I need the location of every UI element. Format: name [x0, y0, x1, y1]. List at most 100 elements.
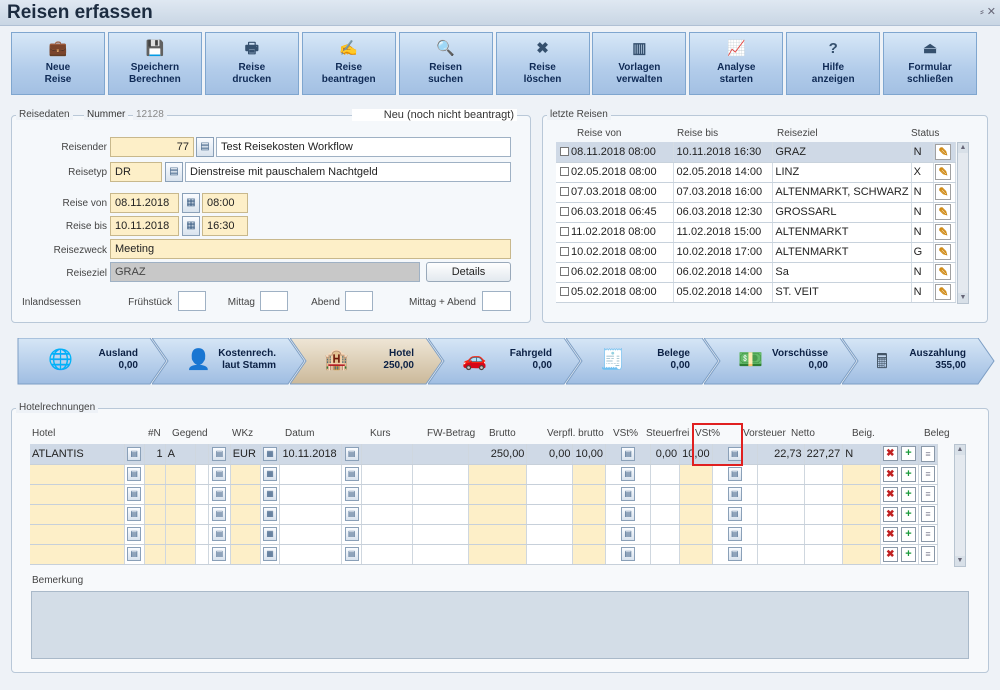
kurs-lookup-cell[interactable]: ▤: [341, 524, 363, 545]
verpfl-brutto-cell[interactable]: [526, 544, 574, 565]
step-hotel[interactable]: 🏨 Hotel 250,00: [290, 338, 444, 385]
lookup-icon[interactable]: ▤: [621, 527, 636, 541]
datum-calendar-cell[interactable]: ▦: [260, 544, 281, 565]
kurs-cell[interactable]: [361, 524, 413, 545]
gegend-cell[interactable]: A: [165, 444, 196, 465]
hotel-cell[interactable]: [30, 544, 125, 565]
datum-calendar-cell[interactable]: ▦: [260, 524, 281, 545]
datum-calendar-cell[interactable]: ▦: [260, 464, 281, 485]
wkz-lookup-cell[interactable]: ▤: [208, 504, 231, 525]
gegend-cell[interactable]: [165, 544, 196, 565]
netto-cell[interactable]: [804, 464, 844, 485]
datum-cell[interactable]: [279, 484, 343, 505]
document-icon[interactable]: ≡: [921, 445, 935, 462]
reise-von-date-field[interactable]: 08.11.2018: [110, 193, 179, 213]
letzte-reisen-row[interactable]: 08.11.2018 08:00 10.11.2018 16:30 GRAZ N ✎: [556, 142, 956, 163]
delete-row-icon[interactable]: ✖: [882, 466, 898, 482]
vst1-cell[interactable]: [572, 484, 606, 505]
step-vorschüsse[interactable]: 💵 Vorschüsse 0,00: [704, 338, 858, 385]
hotel-lookup-cell[interactable]: ▤: [124, 544, 145, 565]
verpfl-brutto-cell[interactable]: [526, 464, 574, 485]
vorsteuer-cell[interactable]: [757, 504, 805, 525]
vorsteuer-cell[interactable]: [757, 464, 805, 485]
beleg-cell[interactable]: ≡: [918, 464, 938, 485]
lookup-icon[interactable]: ▤: [727, 487, 742, 501]
lookup-icon[interactable]: ▤: [727, 446, 742, 461]
step-ausland[interactable]: 🌐 Ausland 0,00: [14, 338, 168, 385]
letzte-reisen-row[interactable]: 05.02.2018 08:00 05.02.2018 14:00 ST. VEIT…: [556, 282, 956, 303]
wkz-lookup-cell[interactable]: ▤: [208, 444, 231, 465]
brutto-cell[interactable]: [468, 544, 528, 565]
vorsteuer-cell[interactable]: [757, 544, 805, 565]
vst1-lookup-cell[interactable]: ▤: [605, 544, 652, 565]
n-cell[interactable]: [144, 524, 166, 545]
step-belege[interactable]: 🧾 Belege 0,00: [566, 338, 720, 385]
fw-betrag-cell[interactable]: [412, 504, 470, 525]
hotel-table-row[interactable]: ▤ ▤ ▦ ▤ ▤ ▤ ✖ + ≡: [30, 484, 938, 505]
reisezweck-field[interactable]: Meeting: [110, 239, 511, 259]
lookup-icon[interactable]: ▤: [344, 467, 359, 481]
datum-cell[interactable]: [279, 464, 343, 485]
row-checkbox[interactable]: [560, 227, 569, 236]
document-icon[interactable]: ≡: [921, 466, 935, 482]
brutto-cell[interactable]: [468, 464, 528, 485]
lookup-icon[interactable]: ▤: [344, 527, 359, 541]
delete-row-icon[interactable]: ✖: [882, 526, 898, 542]
vst1-cell[interactable]: [572, 504, 606, 525]
toolbar-button-neue-reise[interactable]: 💼 Neue Reise: [11, 32, 105, 95]
hotel-cell[interactable]: [30, 484, 125, 505]
beig-cell[interactable]: [842, 464, 881, 485]
kurs-lookup-cell[interactable]: ▤: [341, 464, 363, 485]
hotel-table-row[interactable]: ▤ ▤ ▦ ▤ ▤ ▤ ✖ + ≡: [30, 544, 938, 565]
vst2-cell[interactable]: [679, 544, 713, 565]
toolbar-button-analyse-starten[interactable]: 📈 Analyse starten: [689, 32, 784, 95]
vst1-lookup-cell[interactable]: ▤: [605, 444, 652, 465]
hotel-cell[interactable]: [30, 504, 125, 525]
edit-pencil-icon[interactable]: ✎: [935, 224, 952, 240]
reise-bis-time-field[interactable]: 16:30: [202, 216, 248, 236]
lookup-icon[interactable]: ▤: [127, 527, 142, 541]
abend-field[interactable]: [345, 291, 373, 311]
vst2-lookup-cell[interactable]: ▤: [712, 504, 759, 525]
step-fahrgeld[interactable]: 🚗 Fahrgeld 0,00: [428, 338, 582, 385]
vst2-cell[interactable]: [679, 524, 713, 545]
scroll-down-icon[interactable]: ▼: [958, 293, 968, 303]
lookup-icon[interactable]: ▤: [344, 547, 359, 561]
netto-cell[interactable]: [804, 544, 844, 565]
row-checkbox[interactable]: [560, 247, 569, 256]
wkz-lookup-cell[interactable]: ▤: [208, 524, 231, 545]
lookup-icon[interactable]: ▤: [727, 527, 742, 541]
toolbar-button-reise-beantragen[interactable]: ✍ Reise beantragen: [301, 32, 396, 95]
row-checkbox[interactable]: [560, 167, 569, 176]
hotel-table-row[interactable]: ▤ ▤ ▦ ▤ ▤ ▤ ✖ + ≡: [30, 464, 938, 485]
vst1-lookup-cell[interactable]: ▤: [605, 504, 652, 525]
hotel-table-scrollbar[interactable]: ▲ ▼: [954, 444, 966, 567]
n-cell[interactable]: [144, 484, 166, 505]
wkz-lookup-cell[interactable]: ▤: [208, 484, 231, 505]
edit-pencil-icon[interactable]: ✎: [935, 164, 952, 180]
reiseziel-field[interactable]: GRAZ: [110, 262, 420, 282]
reise-bis-date-field[interactable]: 10.11.2018: [110, 216, 179, 236]
toolbar-button-speichern-berechnen[interactable]: 💾 Speichern Berechnen: [107, 32, 202, 95]
calendar-icon[interactable]: ▦: [262, 547, 277, 561]
n-cell[interactable]: 1: [144, 444, 166, 465]
letzte-reisen-row[interactable]: 10.02.2018 08:00 10.02.2018 17:00 ALTENMAR…: [556, 242, 956, 263]
vst2-lookup-cell[interactable]: ▤: [712, 544, 759, 565]
fw-betrag-cell[interactable]: [412, 444, 470, 465]
fw-betrag-cell[interactable]: [412, 464, 470, 485]
document-icon[interactable]: ≡: [921, 526, 935, 542]
document-icon[interactable]: ≡: [921, 506, 935, 522]
vst1-cell[interactable]: [572, 524, 606, 545]
n-cell[interactable]: [144, 544, 166, 565]
kurs-lookup-cell[interactable]: ▤: [341, 484, 363, 505]
window-controls[interactable]: ⸗ ✕: [980, 5, 996, 18]
row-checkbox[interactable]: [560, 267, 569, 276]
wkz-lookup-cell[interactable]: ▤: [208, 544, 231, 565]
lookup-icon[interactable]: ▤: [212, 467, 227, 481]
beig-cell[interactable]: [842, 524, 881, 545]
beig-cell[interactable]: [842, 504, 881, 525]
lookup-icon[interactable]: ▤: [212, 487, 227, 501]
edit-pencil-icon[interactable]: ✎: [935, 184, 952, 200]
lookup-icon[interactable]: ▤: [127, 446, 142, 461]
lookup-icon[interactable]: ▤: [727, 467, 742, 481]
